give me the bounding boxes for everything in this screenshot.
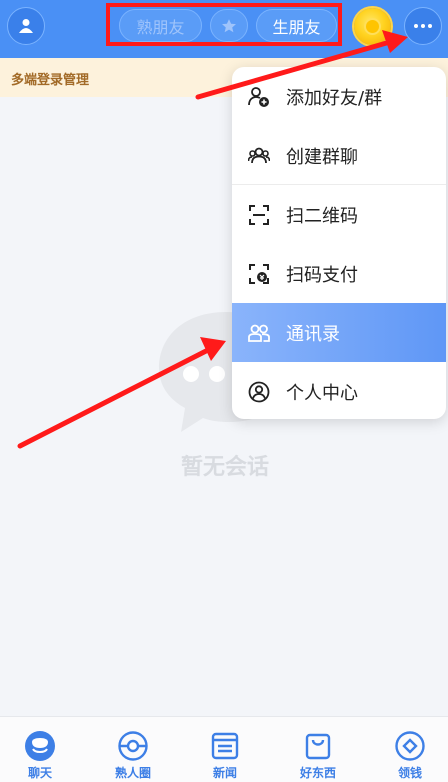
empty-state-text: 暂无会话	[180, 455, 269, 480]
tab-label: 领钱	[397, 766, 422, 780]
notice-text: 多端登录管理	[11, 73, 90, 88]
tab-label: 新闻	[212, 766, 237, 780]
menu-item-contacts[interactable]: 通讯录	[232, 303, 446, 362]
chat-icon	[25, 731, 55, 761]
tab-new-friends[interactable]: 生朋友	[256, 9, 337, 42]
coin-button[interactable]	[354, 8, 391, 45]
tab-moments[interactable]: 熟人圈	[98, 717, 168, 782]
group-icon	[248, 147, 270, 164]
tab-familiar-friends[interactable]: 熟朋友	[119, 9, 202, 42]
tab-new-friends-label: 生朋友	[272, 17, 321, 37]
star-icon	[222, 18, 236, 32]
menu-item-create-group[interactable]: 创建群聊	[232, 126, 446, 185]
moments-icon	[118, 731, 148, 761]
scan-pay-icon	[249, 264, 269, 284]
tab-familiar-friends-label: 熟朋友	[136, 17, 185, 37]
more-dots-icon	[414, 24, 432, 28]
add-user-icon	[248, 87, 269, 107]
menu-item-label: 创建群聊	[286, 147, 358, 168]
tab-news[interactable]: 新闻	[190, 717, 260, 782]
menu-item-scan-qr[interactable]: 扫二维码	[232, 185, 446, 244]
contacts-icon	[248, 324, 270, 342]
more-menu-button[interactable]	[404, 7, 442, 45]
menu-item-label: 个人中心	[286, 383, 358, 404]
bottom-tab-bar: 聊天 熟人圈 新闻 好东西 领钱	[0, 716, 448, 782]
menu-item-label: 扫二维码	[286, 206, 358, 227]
tab-goods[interactable]: 好东西	[283, 717, 353, 782]
menu-item-add-friend[interactable]: 添加好友/群	[232, 67, 446, 126]
profile-icon	[248, 381, 270, 403]
menu-item-label: 添加好友/群	[286, 88, 383, 109]
tab-chat[interactable]: 聊天	[5, 717, 75, 782]
user-avatar-button[interactable]	[7, 7, 45, 45]
scan-icon	[249, 205, 269, 225]
tab-favorites[interactable]	[210, 9, 248, 42]
top-header: 熟朋友 生朋友	[0, 0, 448, 58]
news-icon	[211, 732, 239, 760]
tab-label: 聊天	[27, 766, 52, 780]
menu-item-profile[interactable]: 个人中心	[232, 362, 446, 419]
dropdown-menu: 添加好友/群 创建群聊 扫二维码 扫码支付 通讯录 个人中心	[232, 67, 446, 419]
menu-item-scan-pay[interactable]: 扫码支付	[232, 244, 446, 303]
menu-item-label: 通讯录	[286, 324, 340, 345]
user-icon	[19, 19, 33, 33]
coin-icon	[364, 18, 381, 35]
menu-item-label: 扫码支付	[286, 265, 358, 286]
tab-label: 熟人圈	[114, 766, 151, 780]
money-icon	[395, 731, 425, 761]
tab-label: 好东西	[299, 766, 336, 780]
tab-money[interactable]: 领钱	[375, 717, 445, 782]
shop-bag-icon	[305, 733, 331, 760]
